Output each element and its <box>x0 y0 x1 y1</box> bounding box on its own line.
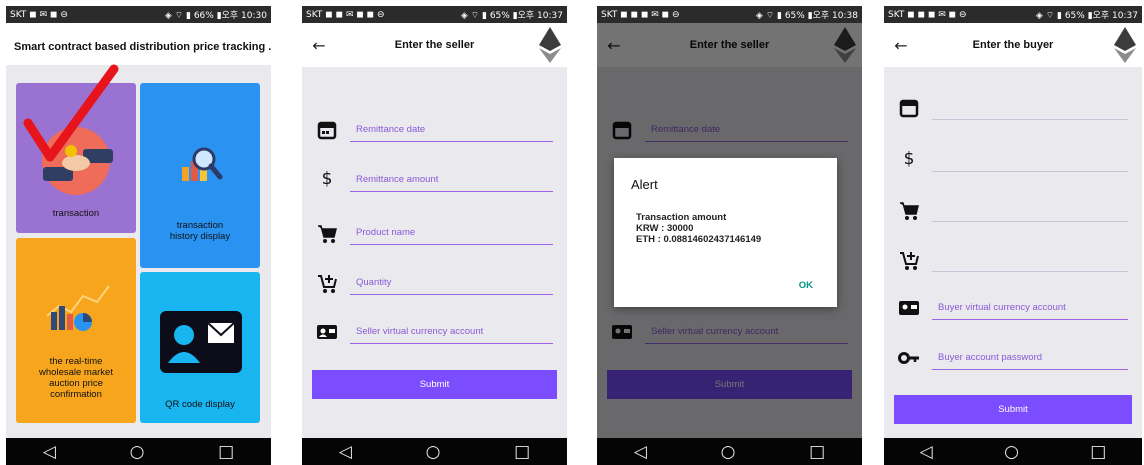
buyer-date-input[interactable] <box>932 100 1128 120</box>
status-left: SKT ◼ ✉ ◼ ⊖ <box>10 9 68 20</box>
nav-back-button[interactable]: ◁ <box>43 442 56 462</box>
buyer-quantity-input[interactable] <box>932 252 1128 272</box>
remittance-amount-field[interactable]: $ Remittance amount <box>316 166 553 196</box>
buyer-amount-field[interactable]: $ <box>898 146 1128 176</box>
page-title: Enter the seller <box>394 39 475 51</box>
nav-recent-button[interactable]: □ <box>1090 442 1106 462</box>
buyer-screen: SKT ◼ ◼ ◼ ✉ ◼ ⊖ ◈ ⌔ ▮ 65% ▮오후 10:37 ← En… <box>884 6 1142 465</box>
seller-account-input[interactable]: Seller virtual currency account <box>350 324 553 344</box>
calendar-icon <box>316 119 338 141</box>
calendar-icon <box>898 97 920 119</box>
cart-icon <box>898 199 920 221</box>
ethereum-icon <box>533 23 567 67</box>
key-icon <box>898 347 920 369</box>
transaction-label: transaction <box>52 208 100 219</box>
alert-dialog: Alert Transaction amount KRW : 30000 ETH… <box>614 158 837 307</box>
status-bar: SKT ◼ ◼ ✉ ◼ ◼ ⊖ ◈ ⌔ ▮ 65% ▮오후 10:37 <box>302 6 567 23</box>
status-right: ◈ ⌔ ▮ 66% ▮오후 10:30 <box>164 11 267 21</box>
app-header: ← Enter the buyer <box>884 23 1142 67</box>
id-card-icon <box>160 311 242 373</box>
submit-button[interactable]: Submit <box>894 395 1132 424</box>
status-right: ◈ ⌔ ▮ 65% ▮오후 10:37 <box>1035 11 1138 21</box>
buyer-password-field[interactable]: Buyer account password <box>898 344 1128 374</box>
status-left: SKT ◼ ◼ ◼ ✉ ◼ ⊖ <box>888 9 967 20</box>
dollar-icon: $ <box>903 149 915 169</box>
seller-alert-screen: SKT ◼ ◼ ◼ ✉ ◼ ⊖ ◈ ⌔ ▮ 65% ▮오후 10:38 ← En… <box>597 6 862 465</box>
buyer-date-field[interactable] <box>898 94 1128 124</box>
alert-title: Alert <box>631 177 658 192</box>
status-right: ◈ ⌔ ▮ 65% ▮오후 10:38 <box>755 11 858 21</box>
ok-button[interactable]: OK <box>799 280 813 291</box>
cart-add-icon <box>316 272 338 294</box>
auction-tile[interactable]: the real-time wholesale market auction p… <box>16 238 136 423</box>
buyer-password-input[interactable]: Buyer account password <box>932 350 1128 370</box>
buyer-quantity-field[interactable] <box>898 246 1128 276</box>
history-tile[interactable]: transaction history display <box>140 83 260 268</box>
id-card-icon <box>898 297 920 319</box>
buyer-product-field[interactable] <box>898 196 1128 226</box>
chart-icon <box>46 285 110 331</box>
quantity-field[interactable]: Quantity <box>316 269 553 299</box>
qr-tile[interactable]: QR code display <box>140 272 260 423</box>
nav-home-button[interactable]: ○ <box>721 442 736 462</box>
submit-button[interactable]: Submit <box>312 370 557 399</box>
home-screen: SKT ◼ ✉ ◼ ⊖ ◈ ⌔ ▮ 66% ▮오후 10:30 Smart co… <box>6 6 271 465</box>
status-bar: SKT ◼ ◼ ◼ ✉ ◼ ⊖ ◈ ⌔ ▮ 65% ▮오후 10:38 <box>597 6 862 23</box>
nav-bar: ◁ ○ □ <box>884 438 1142 465</box>
ethereum-icon <box>1108 23 1142 67</box>
seller-account-field[interactable]: Seller virtual currency account <box>316 318 553 348</box>
analytics-icon <box>182 147 223 181</box>
seller-screen: SKT ◼ ◼ ✉ ◼ ◼ ⊖ ◈ ⌔ ▮ 65% ▮오후 10:37 ← En… <box>302 6 567 465</box>
dollar-icon: $ <box>321 169 333 189</box>
page-title: Enter the buyer <box>972 39 1054 51</box>
transaction-tile[interactable]: transaction <box>16 64 136 233</box>
nav-home-button[interactable]: ○ <box>1004 442 1019 462</box>
buyer-amount-input[interactable] <box>932 152 1128 172</box>
nav-home-button[interactable]: ○ <box>130 442 145 462</box>
status-left: SKT ◼ ◼ ✉ ◼ ◼ ⊖ <box>306 9 385 20</box>
auction-label: the real-time wholesale market auction p… <box>39 356 113 400</box>
nav-home-button[interactable]: ○ <box>426 442 441 462</box>
alert-message: Transaction amount KRW : 30000 ETH : 0.0… <box>636 212 762 245</box>
back-arrow-icon[interactable]: ← <box>884 36 918 55</box>
product-name-input[interactable]: Product name <box>350 225 553 245</box>
nav-recent-button[interactable]: □ <box>514 442 530 462</box>
status-right: ◈ ⌔ ▮ 65% ▮오후 10:37 <box>460 11 563 21</box>
qr-label: QR code display <box>165 399 235 410</box>
buyer-account-field[interactable]: Buyer virtual currency account <box>898 294 1128 324</box>
check-mark-icon <box>23 64 119 162</box>
id-card-icon <box>316 321 338 343</box>
cart-add-icon <box>898 249 920 271</box>
product-name-field[interactable]: Product name <box>316 219 553 249</box>
nav-recent-button[interactable]: □ <box>809 442 825 462</box>
nav-back-button[interactable]: ◁ <box>634 442 647 462</box>
quantity-input[interactable]: Quantity <box>350 275 553 295</box>
status-left: SKT ◼ ◼ ◼ ✉ ◼ ⊖ <box>601 9 680 20</box>
history-label: transaction history display <box>169 220 231 242</box>
nav-recent-button[interactable]: □ <box>218 442 234 462</box>
back-arrow-icon[interactable]: ← <box>302 36 336 55</box>
remittance-date-field[interactable]: Remittance date <box>316 116 553 146</box>
cart-icon <box>316 222 338 244</box>
app-header: ← Enter the seller <box>302 23 567 67</box>
nav-back-button[interactable]: ◁ <box>920 442 933 462</box>
nav-bar: ◁ ○ □ <box>6 438 271 465</box>
buyer-product-input[interactable] <box>932 202 1128 222</box>
nav-back-button[interactable]: ◁ <box>339 442 352 462</box>
status-bar: SKT ◼ ◼ ◼ ✉ ◼ ⊖ ◈ ⌔ ▮ 65% ▮오후 10:37 <box>884 6 1142 23</box>
nav-bar: ◁ ○ □ <box>597 438 862 465</box>
status-bar: SKT ◼ ✉ ◼ ⊖ ◈ ⌔ ▮ 66% ▮오후 10:30 <box>6 6 271 23</box>
app-title: Smart contract based distribution price … <box>6 23 271 65</box>
remittance-date-input[interactable]: Remittance date <box>350 122 553 142</box>
remittance-amount-input[interactable]: Remittance amount <box>350 172 553 192</box>
nav-bar: ◁ ○ □ <box>302 438 567 465</box>
buyer-account-input[interactable]: Buyer virtual currency account <box>932 300 1128 320</box>
